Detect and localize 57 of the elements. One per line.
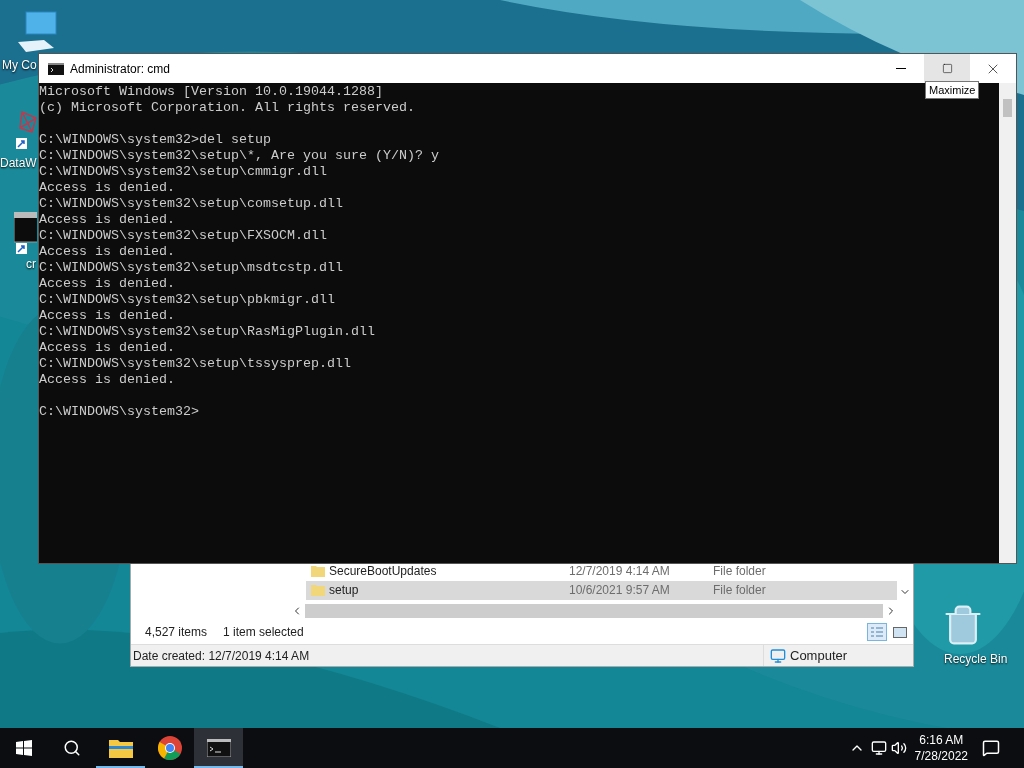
zone-label: Computer — [790, 646, 848, 665]
file-date: 10/6/2021 9:57 AM — [569, 582, 671, 600]
minimize-icon — [896, 68, 906, 69]
preview-view-icon[interactable] — [893, 626, 907, 638]
taskbar-app[interactable] — [194, 728, 243, 768]
folder-icon — [311, 563, 325, 578]
item-count: 4,527 items — [145, 624, 209, 641]
file-row[interactable]: SecureBootUpdates 12/7/2019 4:14 AM File folder — [306, 561, 897, 581]
console-line: C:\WINDOWS\system32\setup\comsetup.dll — [39, 196, 343, 212]
maximize-icon — [941, 63, 953, 74]
browser-icon[interactable] — [157, 736, 182, 760]
console-line: Access is denied. — [39, 340, 175, 356]
file-row[interactable]: setup 10/6/2021 9:57 AM File folder — [306, 580, 897, 601]
desktop-icon-label[interactable]: DataW — [0, 156, 37, 170]
console-line: Access is denied. — [39, 308, 175, 324]
date-created: Date created: 12/7/2019 4:14 AM — [133, 647, 311, 665]
window-title: Administrator: cmd — [70, 60, 171, 78]
folder-icon — [311, 583, 325, 598]
desktop-icon-label[interactable]: Recycle Bin — [944, 652, 1008, 666]
console-line: C:\WINDOWS\system32\setup\tssysprep.dll — [39, 356, 351, 372]
network-icon[interactable] — [870, 740, 887, 756]
file-type: File folder — [713, 562, 766, 580]
console-line: Access is denied. — [39, 372, 175, 388]
file-name: SecureBootUpdates — [329, 562, 438, 580]
clock-date[interactable]: 7/28/2022 — [914, 748, 968, 764]
clock-time[interactable]: 6:16 AM — [919, 732, 964, 748]
console-line: C:\WINDOWS\system32>del setup — [39, 132, 271, 148]
selection-count: 1 item selected — [223, 624, 304, 641]
file-date: 12/7/2019 4:14 AM — [569, 562, 671, 580]
console-icon[interactable] — [206, 739, 231, 757]
monitor-icon — [770, 647, 786, 664]
console-line: C:\WINDOWS\system32\setup\pbkmigr.dll — [39, 292, 335, 308]
maximize-button[interactable] — [924, 54, 970, 83]
horizontal-scrollbar[interactable] — [305, 603, 883, 618]
desktop-icon-label[interactable]: cr — [26, 257, 36, 271]
console-line: C:\WINDOWS\system32\setup\msdtcstp.dll — [39, 260, 343, 276]
console-line: Access is denied. — [39, 244, 175, 260]
notification-icon[interactable] — [982, 739, 1000, 757]
console-line: (c) Microsoft Corporation. All rights reserved. — [39, 100, 415, 116]
console-line: C:\WINDOWS\system32\setup\FXSOCM.dll — [39, 228, 327, 244]
console-line: C:\WINDOWS\system32> — [39, 404, 199, 420]
console-line: Access is denied. — [39, 212, 175, 228]
speaker-icon[interactable] — [890, 740, 907, 756]
folder-icon[interactable] — [108, 738, 133, 758]
tooltip: Maximize — [925, 81, 980, 99]
vertical-scrollbar[interactable] — [999, 83, 1016, 563]
file-type: File folder — [713, 582, 766, 600]
file-name: setup — [329, 582, 360, 600]
desktop-icon-label[interactable]: My Co — [2, 58, 37, 72]
console-line: Access is denied. — [39, 276, 175, 292]
console-line: C:\WINDOWS\system32\setup\*, Are you sure (Y/N)? y — [39, 148, 439, 164]
molecule-shortcut-icon[interactable] — [14, 108, 37, 150]
console-line: C:\WINDOWS\system32\setup\cmmigr.dll — [39, 164, 327, 180]
console-icon — [48, 62, 64, 75]
console-line: Access is denied. — [39, 180, 175, 196]
console-line: C:\WINDOWS\system32\setup\RasMigPlugin.dll — [39, 324, 375, 340]
console-line: Microsoft Windows [Version 10.0.19044.1288] — [39, 84, 383, 100]
